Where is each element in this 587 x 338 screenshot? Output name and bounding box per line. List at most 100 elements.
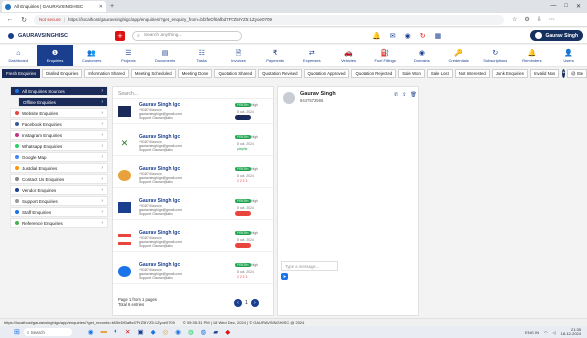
module-projects[interactable]: ☰ Projects (110, 45, 147, 66)
share-icon[interactable]: ⇪ (402, 92, 406, 98)
sidebar-item[interactable]: Google Map › (10, 152, 108, 162)
user-menu[interactable]: Gaurav Singh (530, 30, 583, 41)
sidebar-item[interactable]: Justdial Enquiries › (10, 163, 108, 173)
tab-invalid-nos[interactable]: Invalid Nos (529, 69, 560, 78)
wifi-icon[interactable]: ◠ (544, 330, 548, 335)
call-icon[interactable]: ✆ (394, 92, 398, 98)
tab-information-shared[interactable]: Information Shared (84, 69, 129, 78)
module-credentials[interactable]: 🔑 Credentials (440, 45, 477, 66)
not-secure-badge[interactable]: Not secure (39, 17, 61, 22)
module-enquiries[interactable]: ❶ Enquiries (36, 45, 74, 66)
tab-quotation-revised[interactable]: Quotation Revised (258, 69, 302, 78)
module-reminders[interactable]: 🔔 Reminders (514, 45, 551, 66)
mail-icon[interactable]: ✉ (390, 32, 396, 40)
module-subscriptions[interactable]: ↻ Subscriptions (477, 45, 514, 66)
add-new-button[interactable]: + (115, 30, 125, 41)
bookmark-star-icon[interactable]: ☆ (512, 16, 517, 23)
sidebar-item[interactable]: Reference Enquiries › (10, 218, 108, 228)
tab-junk-enquiries[interactable]: Junk Enquiries (491, 69, 528, 78)
sidebar-item[interactable]: Vendor Enquiries › (10, 185, 108, 195)
app-icon[interactable]: ◉ (175, 328, 181, 336)
refresh-icon[interactable]: ↻ (420, 32, 426, 40)
volume-icon[interactable]: ◁ (552, 330, 555, 335)
tab-meeting-scheduled[interactable]: Meeting Scheduled (130, 69, 176, 78)
module-tasks[interactable]: ☷ Tasks (183, 45, 220, 66)
sidebar-item[interactable]: Offline Enquiries › (18, 97, 108, 107)
module-vehicles[interactable]: 🚗 Vehicles (330, 45, 367, 66)
sidebar-item[interactable]: Staff Enquiries › (10, 207, 108, 217)
app-icon[interactable]: ◆ (151, 328, 156, 336)
new-tab-icon[interactable]: + (110, 3, 114, 10)
module-documents[interactable]: ▤ Documents (147, 45, 184, 66)
brand[interactable]: GAURAVSINGHISC (8, 32, 103, 39)
module-invoices[interactable]: 🗎 Invoices (220, 45, 257, 66)
tab-fresh-enquiries[interactable]: Fresh Enquiries (2, 69, 41, 78)
list-item[interactable]: ✕ Gaurav Singh lgc +918744xxxxx gauravsingh… (113, 133, 273, 156)
user-name: Gaurav Singh (545, 32, 578, 39)
tab-quotation-rejected[interactable]: Quotation Rejected (351, 69, 397, 78)
send-button[interactable]: ➤ (281, 273, 288, 280)
sidebar-item[interactable]: Support Enquiries › (10, 196, 108, 206)
sidebar-item[interactable]: Facebook Enquiries › (10, 119, 108, 129)
app-icon[interactable]: ◆ (225, 328, 230, 336)
app-icon[interactable]: ◎ (163, 328, 169, 336)
list-item[interactable]: Gaurav Singh lgc +918744xxxxx gauravsinghi… (113, 197, 273, 220)
app-icon[interactable]: ◉ (88, 328, 94, 336)
tab--ste[interactable]: @ Ste (567, 69, 587, 78)
notification-bell-icon[interactable]: 🔔 (372, 32, 381, 40)
list-search-input[interactable]: Search... (113, 87, 273, 99)
help-icon[interactable]: ◉ (405, 32, 411, 40)
module-dashboard[interactable]: ⌂ Dashboard (0, 45, 37, 66)
whatsapp-icon[interactable]: ◍ (188, 328, 194, 336)
taskbar-search[interactable]: ⌕ Search (23, 328, 72, 336)
tab-sale-lost[interactable]: Sale Lost (426, 69, 453, 78)
tab-not-interested[interactable]: Not Interested (454, 69, 490, 78)
grid-menu-icon[interactable]: ▦ (435, 32, 442, 40)
minimize-button[interactable]: — (550, 3, 556, 10)
module-expenses[interactable]: ⇄ Expenses (294, 45, 331, 66)
sidebar-item[interactable]: Website Enquiries › (10, 108, 108, 118)
maximize-button[interactable]: □ (564, 3, 568, 10)
download-icon[interactable]: ⇩ (537, 16, 542, 23)
tab-sale-won[interactable]: Sale Won (398, 69, 425, 78)
global-search-input[interactable]: ⌕ Search anything... (132, 30, 242, 41)
next-page-button[interactable]: › (250, 299, 259, 307)
clock[interactable]: 21:35 18-12-2024 (561, 327, 581, 337)
more-tabs-icon[interactable]: + (562, 69, 566, 78)
url-field[interactable]: Not secure | https://localhost/gauravsin… (34, 14, 504, 25)
app-icon[interactable]: ▰ (213, 328, 218, 336)
module-fuel-fillings[interactable]: ⛽ Fuel Fillings (367, 45, 404, 66)
delete-icon[interactable]: 🗑 (410, 92, 416, 98)
list-item[interactable]: Gaurav Singh lgc +918744xxxxx gauravsinghi… (113, 165, 273, 188)
reload-icon[interactable]: ↻ (20, 16, 28, 24)
module-payments[interactable]: ₹ Payments (257, 45, 294, 66)
tab-quotation-shared[interactable]: Quotation Shared (214, 69, 257, 78)
sidebar-item[interactable]: Whatsapp Enquiries › (10, 141, 108, 151)
module-users[interactable]: 👤 Users (550, 45, 587, 66)
app-icon[interactable]: ✕ (125, 328, 130, 336)
sidebar-item[interactable]: Contact Us Enquiries › (10, 174, 108, 184)
file-explorer-icon[interactable]: ▬ (101, 328, 108, 336)
app-icon[interactable]: ◍ (201, 328, 207, 336)
module-customers[interactable]: 👥 Customers (73, 45, 110, 66)
message-input[interactable]: Type a message... (281, 261, 338, 271)
list-item[interactable]: Gaurav Singh lgc +918744xxxxx gauravsinghi… (113, 101, 273, 124)
close-window-button[interactable]: ✕ (576, 3, 581, 10)
list-item[interactable]: Gaurav Singh lgc +918744xxxxx gauravsinghi… (113, 261, 273, 284)
sidebar-item[interactable]: All Enquiries Sources › (10, 86, 108, 96)
tab-quotation-approved[interactable]: Quotation Approved (303, 69, 350, 78)
edge-icon[interactable]: ◐ (114, 328, 118, 336)
app-icon[interactable]: ▣ (137, 328, 143, 336)
sidebar-item[interactable]: Instagram Enquiries › (10, 130, 108, 140)
tab-dialled-enquiries[interactable]: Dialled Enquiries (42, 69, 83, 78)
module-domains[interactable]: ◉ Domains (404, 45, 441, 66)
list-item[interactable]: Gaurav Singh lgc +918744xxxxx gauravsinghi… (113, 229, 273, 252)
menu-dots-icon[interactable]: ⋯ (549, 16, 555, 23)
windows-start-icon[interactable]: ⊞ (14, 328, 20, 336)
prev-page-button[interactable]: ‹ (234, 299, 242, 307)
extensions-icon[interactable]: ⚙ (524, 16, 529, 23)
browser-tab[interactable]: All Enquiries | GAURAVSINGHISC ✕ (2, 1, 106, 12)
close-tab-icon[interactable]: ✕ (99, 4, 103, 10)
back-icon[interactable]: ← (6, 16, 14, 23)
tab-meeting-done[interactable]: Meeting Done (177, 69, 213, 78)
